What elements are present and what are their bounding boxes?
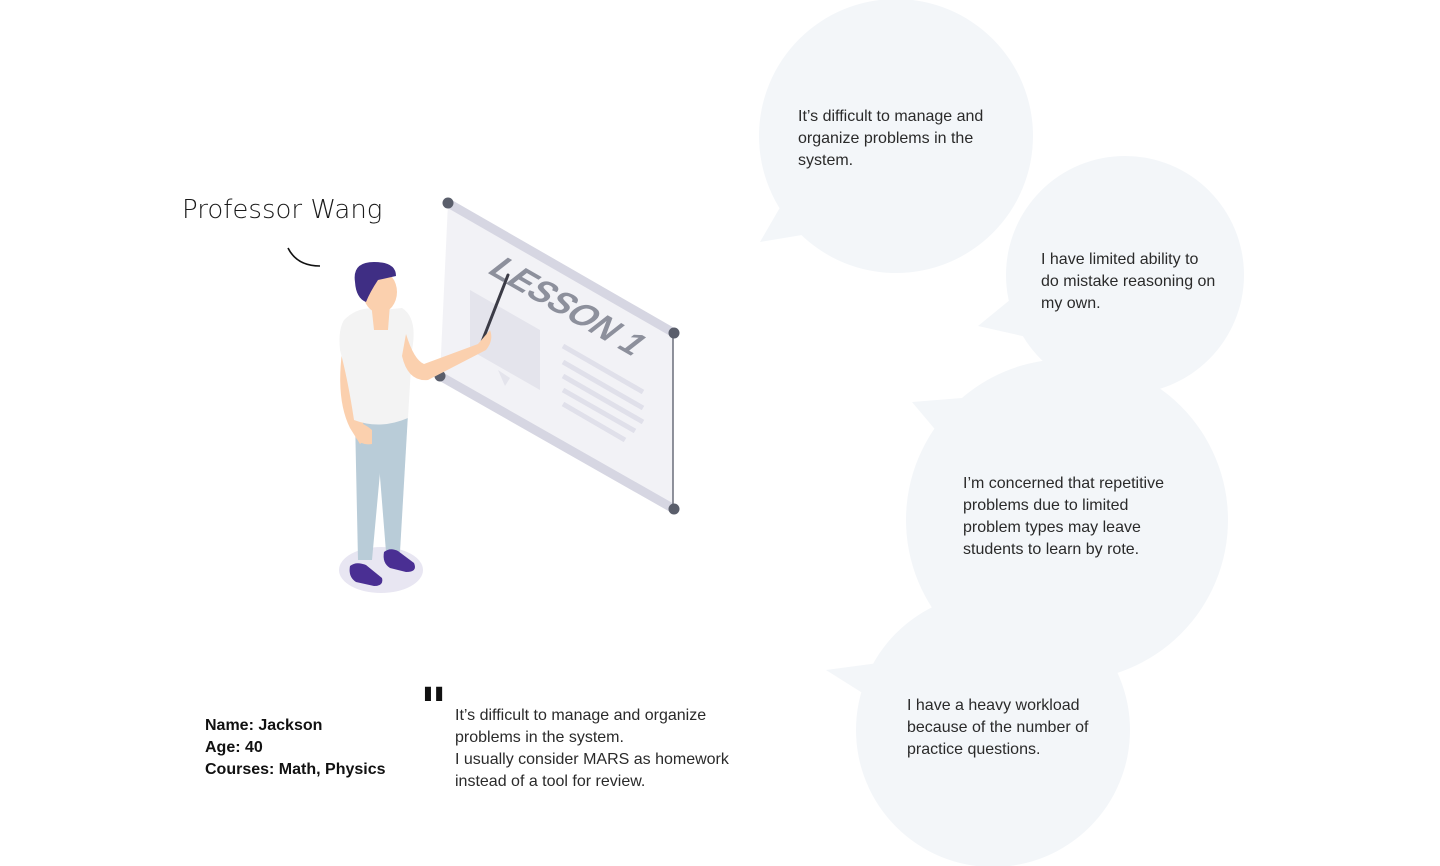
- bubble-line: organize problems in the: [798, 130, 974, 147]
- quote-line: instead of a tool for review.: [455, 773, 646, 790]
- bubble-line: because of the number of: [907, 719, 1089, 736]
- bubble-line: I have a heavy workload: [907, 697, 1080, 714]
- persona-age-detail: Age: 40: [205, 739, 263, 756]
- bubble-line: problem types may leave: [963, 519, 1141, 536]
- bubble-line: practice questions.: [907, 741, 1041, 758]
- name-pointer-line: [287, 247, 321, 267]
- quote-line: I usually consider MARS as homework: [455, 751, 729, 768]
- persona-name-detail: Name: Jackson: [205, 717, 323, 734]
- persona-courses-detail: Courses: Math, Physics: [205, 761, 386, 778]
- bubble-line: system.: [798, 152, 854, 169]
- persona-details: Name: Jackson Age: 40 Courses: Math, Phy…: [205, 715, 386, 781]
- bubble-line: I have limited ability to: [1041, 251, 1199, 268]
- speech-bubble-4-text: I have a heavy workload because of the n…: [907, 695, 1088, 761]
- bubble-line: do mistake reasoning on: [1041, 273, 1216, 290]
- bubble-line: I’m concerned that repetitive: [963, 475, 1164, 492]
- bubble-line: my own.: [1041, 295, 1101, 312]
- bubble-line: problems due to limited: [963, 497, 1129, 514]
- bubble-line: students to learn by rote.: [963, 541, 1140, 558]
- persona-quote: It’s difficult to manage and organize pr…: [455, 705, 755, 793]
- speech-bubble-2-text: I have limited ability to do mistake rea…: [1041, 249, 1215, 315]
- bubble-line: It’s difficult to manage and: [798, 108, 984, 125]
- persona-title: Professor Wang: [182, 195, 383, 225]
- quote-line: problems in the system.: [455, 729, 624, 746]
- speech-bubble-1-text: It’s difficult to manage and organize pr…: [798, 106, 983, 172]
- quote-mark-icon: ": [420, 677, 448, 738]
- speech-bubble-3-text: I’m concerned that repetitive problems d…: [963, 473, 1164, 561]
- quote-line: It’s difficult to manage and organize: [455, 707, 707, 724]
